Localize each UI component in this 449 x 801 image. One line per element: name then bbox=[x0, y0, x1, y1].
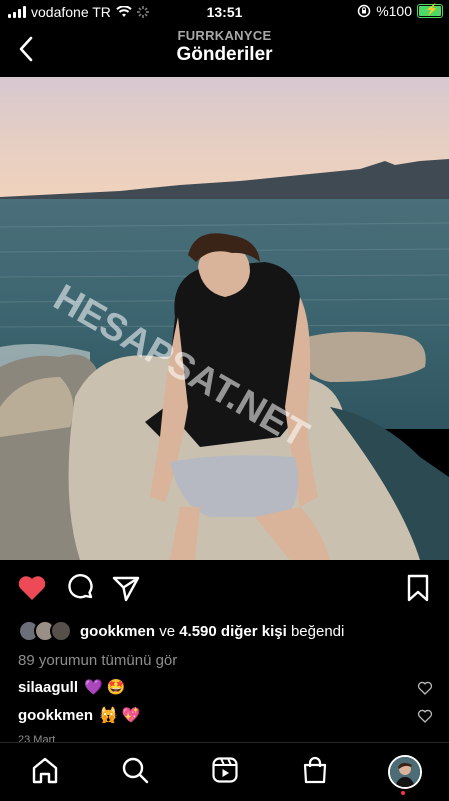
likes-connector: ve bbox=[159, 622, 176, 640]
post-date: 23 Mart bbox=[18, 734, 56, 742]
battery-icon: ⚡ bbox=[417, 4, 443, 18]
search-icon[interactable] bbox=[120, 755, 150, 785]
comment-icon[interactable] bbox=[64, 572, 96, 604]
page-header: FURRKANYCE Gönderiler bbox=[0, 24, 449, 76]
save-bookmark-icon[interactable] bbox=[402, 572, 434, 604]
likes-summary[interactable]: gookkmen ve 4.590 diğer kişi beğendi bbox=[18, 620, 344, 642]
activity-dot bbox=[401, 791, 405, 795]
share-send-icon[interactable] bbox=[110, 572, 142, 604]
avatar bbox=[50, 620, 72, 642]
comment-row: silaagull 💜 🤩 bbox=[18, 678, 438, 696]
comment-like-icon[interactable] bbox=[417, 708, 433, 724]
reels-icon[interactable] bbox=[210, 755, 240, 785]
profile-tab-avatar[interactable] bbox=[388, 755, 422, 789]
like-heart-icon[interactable] bbox=[16, 572, 48, 604]
post-photo[interactable]: HESAPSAT.NET bbox=[0, 77, 449, 560]
liker-avatars bbox=[18, 620, 72, 642]
shop-icon[interactable] bbox=[300, 755, 330, 785]
bottom-tab-bar bbox=[0, 742, 449, 801]
status-bar: vodafone TR 13:51 %100 ⚡ bbox=[0, 0, 449, 24]
liker-username[interactable]: gookkmen bbox=[80, 623, 155, 640]
comment-row: gookkmen 🙀 💖 bbox=[18, 706, 438, 724]
view-comments-link[interactable]: 89 yorumun tümünü gör bbox=[18, 652, 177, 669]
profile-username: FURRKANYCE bbox=[177, 28, 272, 43]
post-actions bbox=[0, 572, 449, 608]
comment-like-icon[interactable] bbox=[417, 680, 433, 696]
avatar bbox=[390, 757, 420, 787]
comment-text: 🙀 💖 bbox=[99, 707, 141, 724]
post-image: HESAPSAT.NET bbox=[0, 77, 449, 560]
comment-username[interactable]: silaagull bbox=[18, 679, 78, 696]
home-icon[interactable] bbox=[30, 755, 60, 785]
likes-suffix: beğendi bbox=[290, 622, 345, 640]
likes-count[interactable]: 4.590 diğer kişi bbox=[179, 623, 287, 640]
battery-percent: %100 bbox=[376, 3, 412, 19]
status-right: %100 ⚡ bbox=[357, 3, 443, 19]
comment-username[interactable]: gookkmen bbox=[18, 707, 93, 724]
comment-text: 💜 🤩 bbox=[84, 679, 126, 696]
page-title: Gönderiler bbox=[176, 44, 273, 65]
orientation-lock-icon bbox=[357, 4, 371, 18]
